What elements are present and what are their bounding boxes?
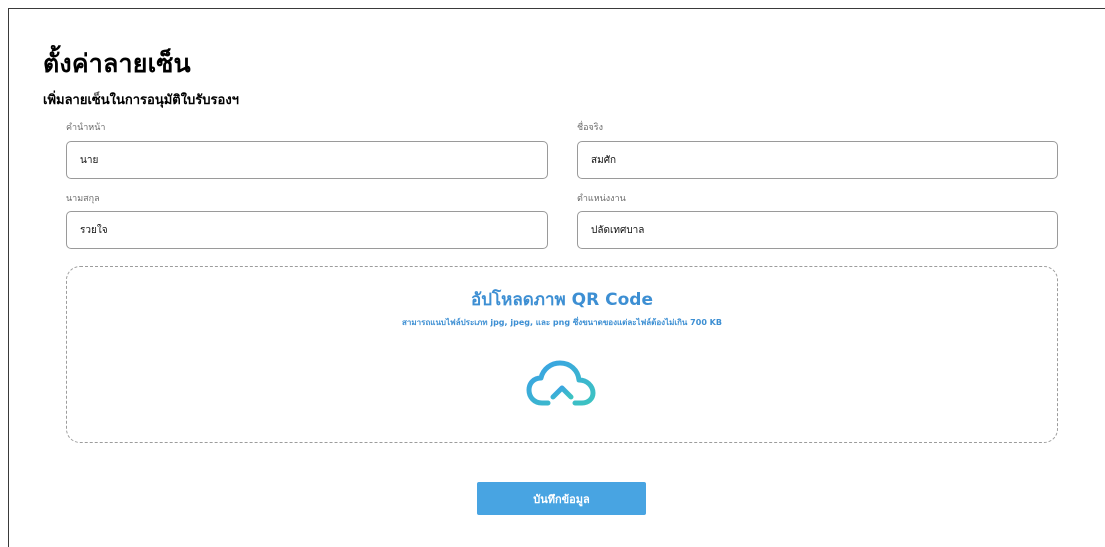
- prefix-label: คำนำหน้า: [66, 123, 106, 133]
- position-input[interactable]: [577, 211, 1058, 249]
- prefix-input[interactable]: [66, 141, 548, 179]
- cloud-upload-icon[interactable]: [522, 359, 602, 419]
- section-subtitle: เพิ่มลายเซ็นในการอนุมัติใบรับรองฯ: [43, 93, 239, 108]
- first-name-label: ชื่อจริง: [577, 123, 604, 133]
- last-name-input[interactable]: [66, 211, 548, 249]
- upload-title: อัปโหลดภาพ QR Code: [471, 290, 653, 310]
- save-button[interactable]: บันทึกข้อมูล: [477, 482, 646, 515]
- qr-upload-dropzone[interactable]: อัปโหลดภาพ QR Code สามารถแนบไฟล์ประเภท j…: [66, 266, 1058, 443]
- position-label: ตำแหน่งงาน: [577, 194, 626, 204]
- last-name-label: นามสกุล: [66, 194, 100, 204]
- first-name-input[interactable]: [577, 141, 1058, 179]
- page-title: ตั้งค่าลายเซ็น: [43, 49, 191, 78]
- upload-description: สามารถแนบไฟล์ประเภท jpg, jpeg, และ png ซ…: [402, 318, 722, 327]
